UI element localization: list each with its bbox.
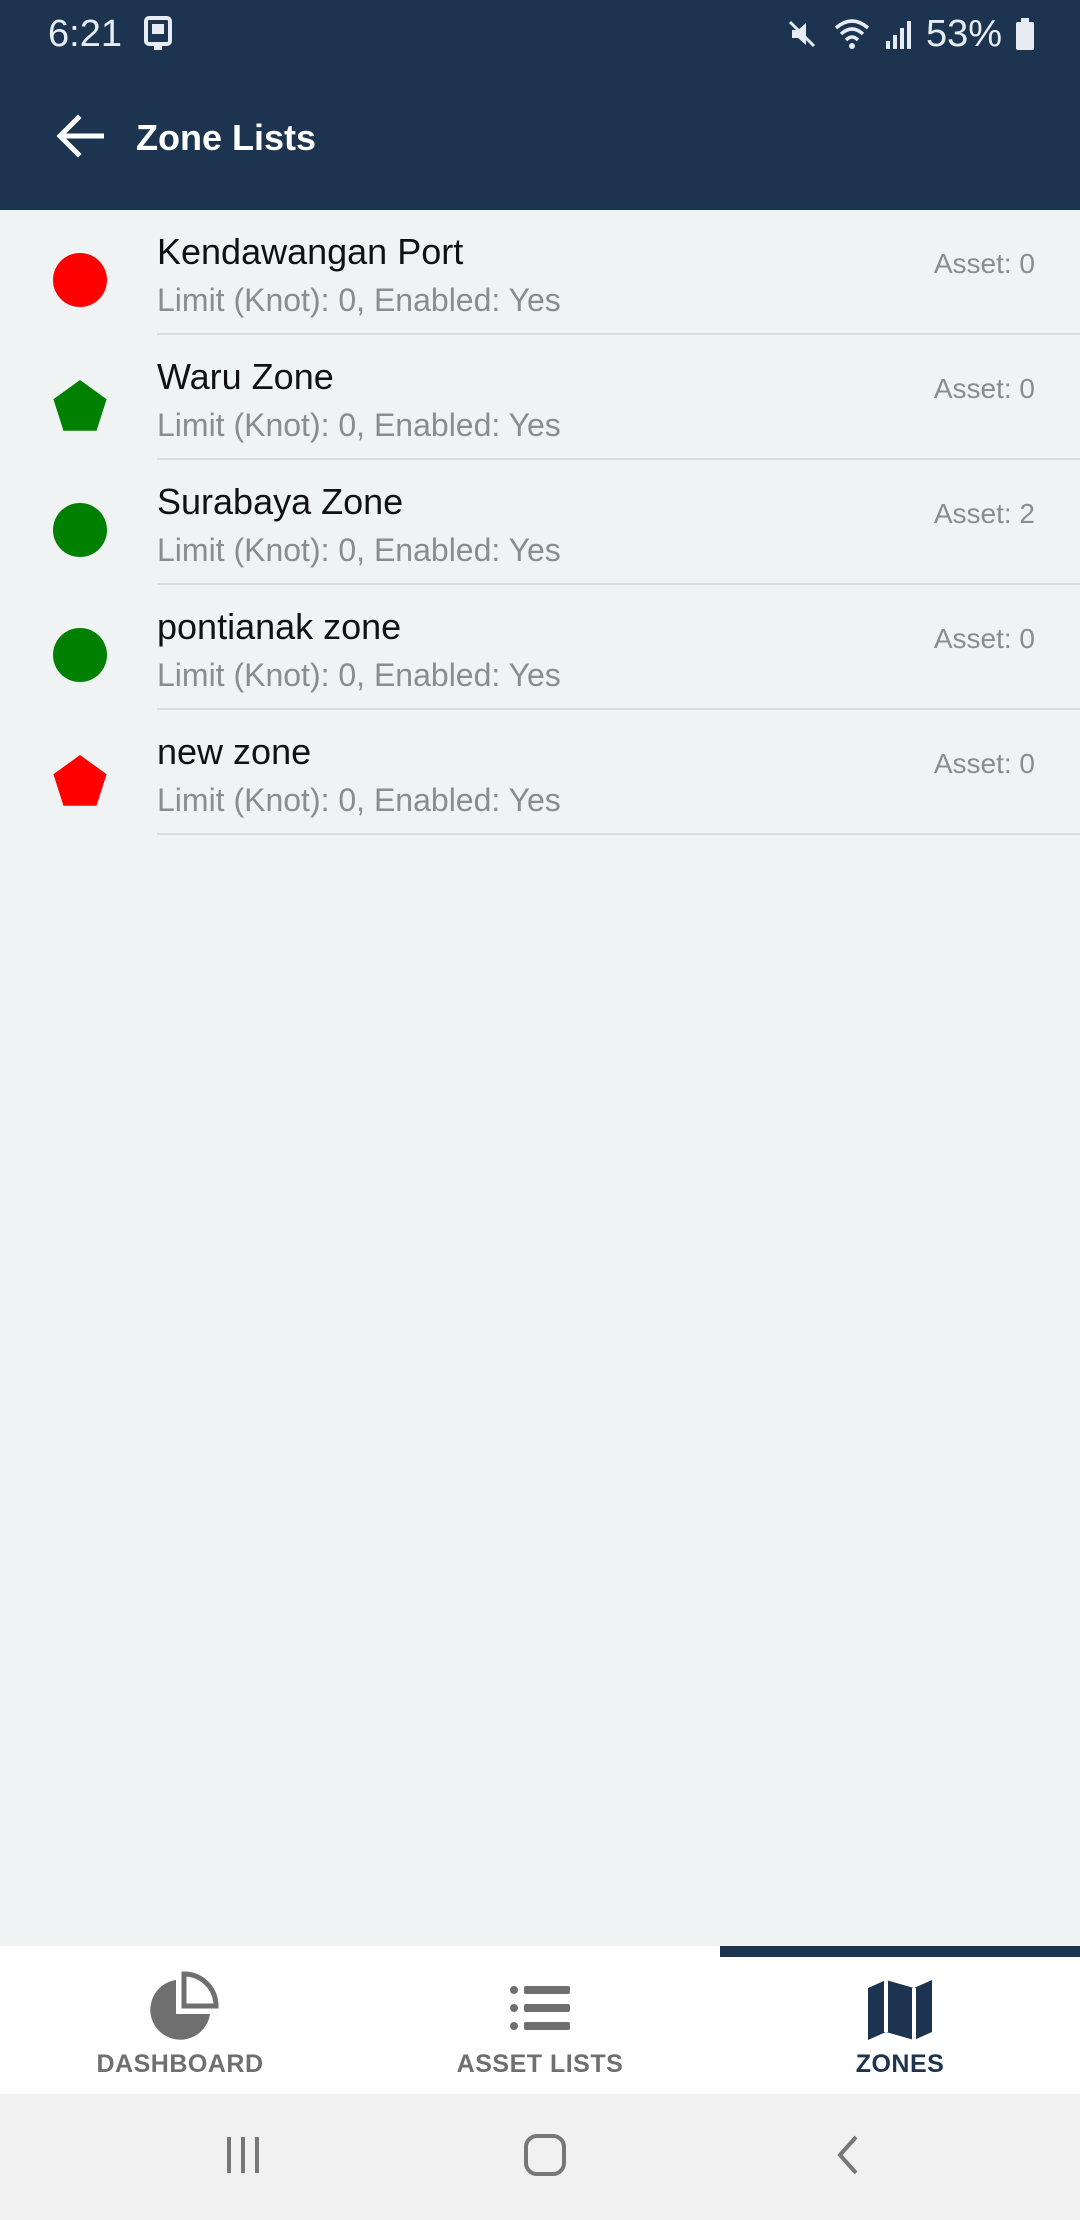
recent-apps-icon [221,2133,265,2182]
battery-icon [1014,17,1036,51]
zone-row[interactable]: Waru Zone Limit (Knot): 0, Enabled: Yes As… [0,335,1080,460]
zone-detail: Limit (Knot): 0, Enabled: Yes [157,282,561,318]
row-divider [157,833,1080,835]
zone-detail: Limit (Knot): 0, Enabled: Yes [157,657,561,693]
signal-icon [884,17,914,51]
zone-asset-count: Asset: 0 [933,248,1035,279]
home-button[interactable] [505,2122,585,2192]
zone-row[interactable]: new zone Limit (Knot): 0, Enabled: Yes Ass… [0,710,1080,835]
zone-circle-icon [52,627,108,683]
status-bar: 6:21 53% [0,0,1080,68]
mute-icon [784,16,820,52]
zone-name: Surabaya Zone [157,481,404,522]
zone-detail: Limit (Knot): 0, Enabled: Yes [157,407,561,443]
app-bar: Zone Lists [0,68,1080,210]
zone-asset-count: Asset: 2 [933,498,1035,529]
zone-name: new zone [157,731,312,772]
zone-row[interactable]: Surabaya Zone Limit (Knot): 0, Enabled: Y… [0,460,1080,585]
zone-name: Waru Zone [157,356,334,397]
zone-name: Kendawangan Port [157,231,464,272]
list-icon [500,1970,580,2050]
pie-chart-icon [140,1970,220,2050]
zone-circle-icon [52,502,108,558]
nav-label-zones: ZONES [855,2050,945,2078]
zone-pentagon-icon [52,377,108,433]
home-icon [521,2131,569,2184]
battery-percent: 53% [925,13,1002,55]
zone-circle-icon [52,252,108,308]
page-title: Zone Lists [136,117,317,158]
status-icons: 53% [784,10,1036,58]
back-button[interactable] [40,106,120,170]
zone-detail: Limit (Knot): 0, Enabled: Yes [157,782,561,818]
zone-pentagon-icon [52,752,108,808]
notification-device-icon [140,14,176,52]
zone-row[interactable]: Kendawangan Port Limit (Knot): 0, Enabled… [0,210,1080,335]
nav-label-asset-lists: ASSET LISTS [456,2050,624,2078]
zone-asset-count: Asset: 0 [933,373,1035,404]
zone-detail: Limit (Knot): 0, Enabled: Yes [157,532,561,568]
nav-item-zones[interactable]: ZONES [720,1946,1080,2094]
zone-row[interactable]: pontianak zone Limit (Knot): 0, Enabled: … [0,585,1080,710]
nav-item-dashboard[interactable]: DASHBOARD [0,1946,360,2094]
active-tab-indicator [720,1946,1080,1957]
zone-asset-count: Asset: 0 [933,748,1035,779]
map-icon [860,1970,940,2050]
zone-name: pontianak zone [157,606,402,647]
back-icon [828,2131,868,2184]
arrow-left-icon [52,112,108,165]
bottom-nav: DASHBOARD ASSET LISTS ZONES [0,1946,1080,2094]
zone-list: Kendawangan Port Limit (Knot): 0, Enabled… [0,210,1080,835]
recent-apps-button[interactable] [203,2122,283,2192]
zone-asset-count: Asset: 0 [933,623,1035,654]
wifi-icon [832,16,872,52]
system-nav [0,2094,1080,2220]
status-time: 6:21 [48,13,122,55]
nav-item-asset-lists[interactable]: ASSET LISTS [360,1946,720,2094]
nav-label-dashboard: DASHBOARD [96,2050,264,2078]
system-back-button[interactable] [808,2122,888,2192]
